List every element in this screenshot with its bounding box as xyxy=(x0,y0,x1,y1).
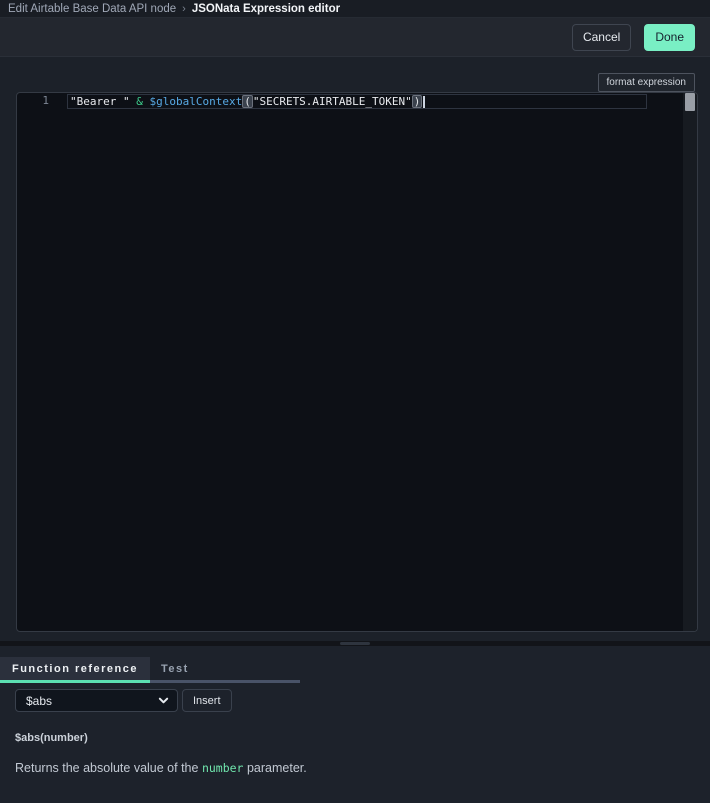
function-controls: $abs Insert xyxy=(15,689,710,712)
code-token-string: "Bearer " xyxy=(70,95,130,109)
panel-resize-divider[interactable] xyxy=(0,641,710,646)
breadcrumb: Edit Airtable Base Data API node › JSONa… xyxy=(0,0,710,18)
tab-underline-active-segment xyxy=(0,680,150,683)
code-token-open-paren: ( xyxy=(242,95,253,108)
function-select-value: $abs xyxy=(26,694,52,708)
breadcrumb-separator: › xyxy=(182,3,186,15)
breadcrumb-parent-node[interactable]: Edit Airtable Base Data API node xyxy=(8,3,176,15)
description-parameter-code: number xyxy=(202,761,244,775)
tab-underline-inactive-segment xyxy=(150,680,300,683)
breadcrumb-current-page: JSONata Expression editor xyxy=(192,3,340,15)
function-select[interactable]: $abs xyxy=(15,689,178,712)
function-description: Returns the absolute value of the number… xyxy=(15,761,710,775)
tab-function-reference[interactable]: Function reference xyxy=(0,657,150,680)
code-editor-line-row: 1 "Bearer " & $globalContext("SECRETS.AI… xyxy=(17,93,697,109)
tab-test[interactable]: Test xyxy=(150,657,300,680)
line-number: 1 xyxy=(17,94,67,109)
code-token-operator: & xyxy=(130,95,150,109)
action-bar: Cancel Done xyxy=(0,18,710,57)
code-token-string-arg: "SECRETS.AIRTABLE_TOKEN" xyxy=(253,95,412,109)
insert-button[interactable]: Insert xyxy=(182,689,232,712)
code-token-function: $globalContext xyxy=(149,95,242,109)
cancel-button[interactable]: Cancel xyxy=(572,24,631,51)
panel-tabs: Function reference Test xyxy=(0,657,710,680)
text-cursor xyxy=(423,96,425,108)
editor-scrollbar-track[interactable] xyxy=(683,93,697,631)
reference-panel: Function reference Test $abs Insert $abs… xyxy=(0,646,710,803)
code-token-close-paren: ) xyxy=(412,95,423,108)
tab-underline xyxy=(0,680,710,683)
editor-scrollbar-thumb[interactable] xyxy=(685,93,695,111)
panel-resize-handle[interactable] xyxy=(340,642,370,645)
expression-editor-section: format expression 1 "Bearer " & $globalC… xyxy=(0,57,710,641)
format-expression-button[interactable]: format expression xyxy=(598,73,695,92)
function-signature: $abs(number) xyxy=(15,732,710,744)
done-button[interactable]: Done xyxy=(644,24,695,51)
chevron-down-icon xyxy=(158,695,169,706)
description-text-prefix: Returns the absolute value of the xyxy=(15,761,202,775)
code-line-current[interactable]: "Bearer " & $globalContext("SECRETS.AIRT… xyxy=(67,94,647,109)
code-editor[interactable]: 1 "Bearer " & $globalContext("SECRETS.AI… xyxy=(16,92,698,632)
description-text-suffix: parameter. xyxy=(243,761,306,775)
